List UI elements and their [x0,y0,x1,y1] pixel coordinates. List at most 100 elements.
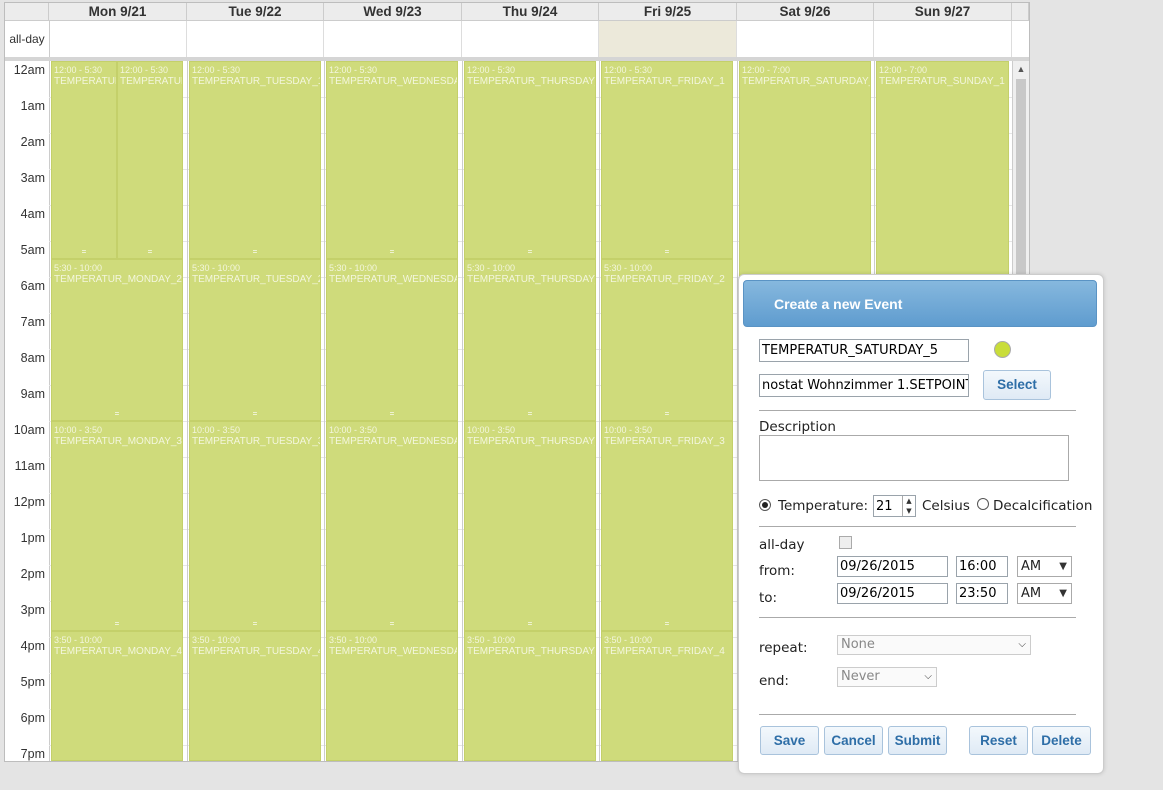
scroll-up-icon[interactable]: ▲ [1015,63,1027,75]
allday-cell-sat[interactable] [737,21,874,57]
event-block[interactable]: 12:00 - 5:30 TEMPERATUR = [117,61,183,259]
allday-checkbox[interactable] [839,536,852,549]
divider [759,714,1076,715]
temperature-radio[interactable] [759,499,771,511]
event-block[interactable]: 3:50 - 10:00 TEMPERATUR_MONDAY_4 [51,631,183,761]
hour-label: 9am [20,387,45,401]
resize-handle[interactable]: = [528,246,533,258]
resize-handle[interactable]: = [82,246,87,258]
dialog-title: Create a new Event [743,280,1097,327]
event-block[interactable]: 5:30 - 10:00 TEMPERATUR_THURSDAY_ = [464,259,596,421]
resize-handle[interactable]: = [390,246,395,258]
hour-label: 12pm [13,495,45,509]
event-block[interactable]: 10:00 - 3:50 TEMPERATUR_THURSDAY_ = [464,421,596,631]
resize-handle[interactable]: = [115,408,120,420]
save-button[interactable]: Save [760,726,819,755]
day-header-thu[interactable]: Thu 9/24 [462,3,599,21]
event-block[interactable]: 10:00 - 3:50 TEMPERATUR_FRIDAY_3 = [601,421,733,631]
to-time-input[interactable]: 23:50 [956,583,1008,604]
delete-button[interactable]: Delete [1032,726,1091,755]
end-label: end: [759,673,789,689]
from-ampm-select[interactable]: AM ▼ [1017,556,1072,577]
event-title: TEMPERATUR_FRIDAY_4 [604,646,725,657]
allday-cell-fri[interactable] [599,21,737,57]
event-block[interactable]: 5:30 - 10:00 TEMPERATUR_TUESDAY_2 = [189,259,321,421]
event-block[interactable]: 3:50 - 10:00 TEMPERATUR_THURSDAY_ [464,631,596,761]
resize-handle[interactable]: = [665,246,670,258]
end-value: Never [841,669,880,684]
decalcification-radio[interactable] [977,498,989,510]
day-header-mon[interactable]: Mon 9/21 [49,3,187,21]
day-header-tue[interactable]: Tue 9/22 [187,3,324,21]
event-block[interactable]: 5:30 - 10:00 TEMPERATUR_WEDNESDAY = [326,259,458,421]
resize-handle[interactable]: = [665,618,670,630]
from-time-input[interactable]: 16:00 [956,556,1008,577]
event-block[interactable]: 3:50 - 10:00 TEMPERATUR_WEDNESDAY [326,631,458,761]
scroll-thumb[interactable] [1016,79,1026,289]
event-block[interactable]: 12:00 - 5:30 TEMPERATUR_THURSDAY_ = [464,61,596,259]
event-block[interactable]: 12:00 - 5:30 TEMPERATUR_WEDNESDAY = [326,61,458,259]
select-button[interactable]: Select [983,370,1051,400]
allday-cell-tue[interactable] [187,21,324,57]
event-time: 3:50 - 10:00 [604,635,653,645]
datapoint-input[interactable]: nostat Wohnzimmer 1.SETPOINT [759,374,969,397]
stepper-arrows-icon[interactable]: ▲ ▼ [902,496,915,516]
resize-handle[interactable]: = [390,408,395,420]
description-textarea[interactable] [759,435,1069,481]
temperature-stepper[interactable]: 21 ▲ ▼ [873,495,916,517]
event-color-picker[interactable] [994,341,1011,358]
hour-label: 2pm [20,567,45,581]
resize-handle[interactable]: = [115,618,120,630]
allday-cell-thu[interactable] [462,21,599,57]
event-block[interactable]: 12:00 - 5:30 TEMPERATUR_FRIDAY_1 = [601,61,733,259]
event-block[interactable]: 10:00 - 3:50 TEMPERATUR_WEDNESDAY = [326,421,458,631]
hour-label: 3am [20,171,45,185]
resize-handle[interactable]: = [253,408,258,420]
event-time: 3:50 - 10:00 [192,635,241,645]
resize-handle[interactable]: = [665,408,670,420]
event-title: TEMPERATUR_TUESDAY_1 [192,76,321,87]
hour-label: 1pm [20,531,45,545]
day-header-sun[interactable]: Sun 9/27 [874,3,1012,21]
resize-handle[interactable]: = [390,618,395,630]
event-title: TEMPERATUR_WEDNESDAY [329,436,458,447]
submit-button[interactable]: Submit [888,726,947,755]
resize-handle[interactable]: = [528,618,533,630]
event-block[interactable]: 5:30 - 10:00 TEMPERATUR_FRIDAY_2 = [601,259,733,421]
event-title: TEMPERATUR_THURSDAY_ [467,76,596,87]
resize-handle[interactable]: = [528,408,533,420]
event-title: TEMPERATUR_WEDNESDAY [329,274,458,285]
event-block[interactable]: 3:50 - 10:00 TEMPERATUR_TUESDAY_4 [189,631,321,761]
event-block[interactable]: 12:00 - 5:30 TEMPERATUR_TUESDAY_1 = [189,61,321,259]
event-title: TEMPERATUR_WEDNESDAY [329,646,458,657]
hour-label: 3pm [20,603,45,617]
column-divider [187,61,188,761]
day-header-sat[interactable]: Sat 9/26 [737,3,874,21]
allday-cell-sun[interactable] [874,21,1012,57]
to-ampm-value: AM [1021,586,1042,601]
day-header-wed[interactable]: Wed 9/23 [324,3,462,21]
to-date-input[interactable]: 09/26/2015 [837,583,948,604]
to-ampm-select[interactable]: AM ▼ [1017,583,1072,604]
event-block[interactable]: 3:50 - 10:00 TEMPERATUR_FRIDAY_4 [601,631,733,761]
resize-handle[interactable]: = [253,618,258,630]
from-date-input[interactable]: 09/26/2015 [837,556,948,577]
hour-label: 12am [13,63,45,77]
allday-cell-mon[interactable] [49,21,187,57]
event-name-input[interactable]: TEMPERATUR_SATURDAY_5 [759,339,969,362]
end-select[interactable]: Never ⌵ [837,667,937,687]
event-block[interactable]: 10:00 - 3:50 TEMPERATUR_TUESDAY_3 = [189,421,321,631]
allday-cell-wed[interactable] [324,21,462,57]
day-header-fri[interactable]: Fri 9/25 [599,3,737,21]
resize-handle[interactable]: = [253,246,258,258]
create-event-dialog: Create a new Event TEMPERATUR_SATURDAY_5… [738,274,1104,774]
event-block[interactable]: 12:00 - 5:30 TEMPERATUR = [51,61,117,259]
hour-label: 1am [20,99,45,113]
repeat-select[interactable]: None ⌵ [837,635,1031,655]
event-block[interactable]: 10:00 - 3:50 TEMPERATUR_MONDAY_3 = [51,421,183,631]
cancel-button[interactable]: Cancel [824,726,883,755]
event-block[interactable]: 5:30 - 10:00 TEMPERATUR_MONDAY_2 = [51,259,183,421]
resize-handle[interactable]: = [148,246,153,258]
reset-button[interactable]: Reset [969,726,1028,755]
column-divider [462,61,463,761]
